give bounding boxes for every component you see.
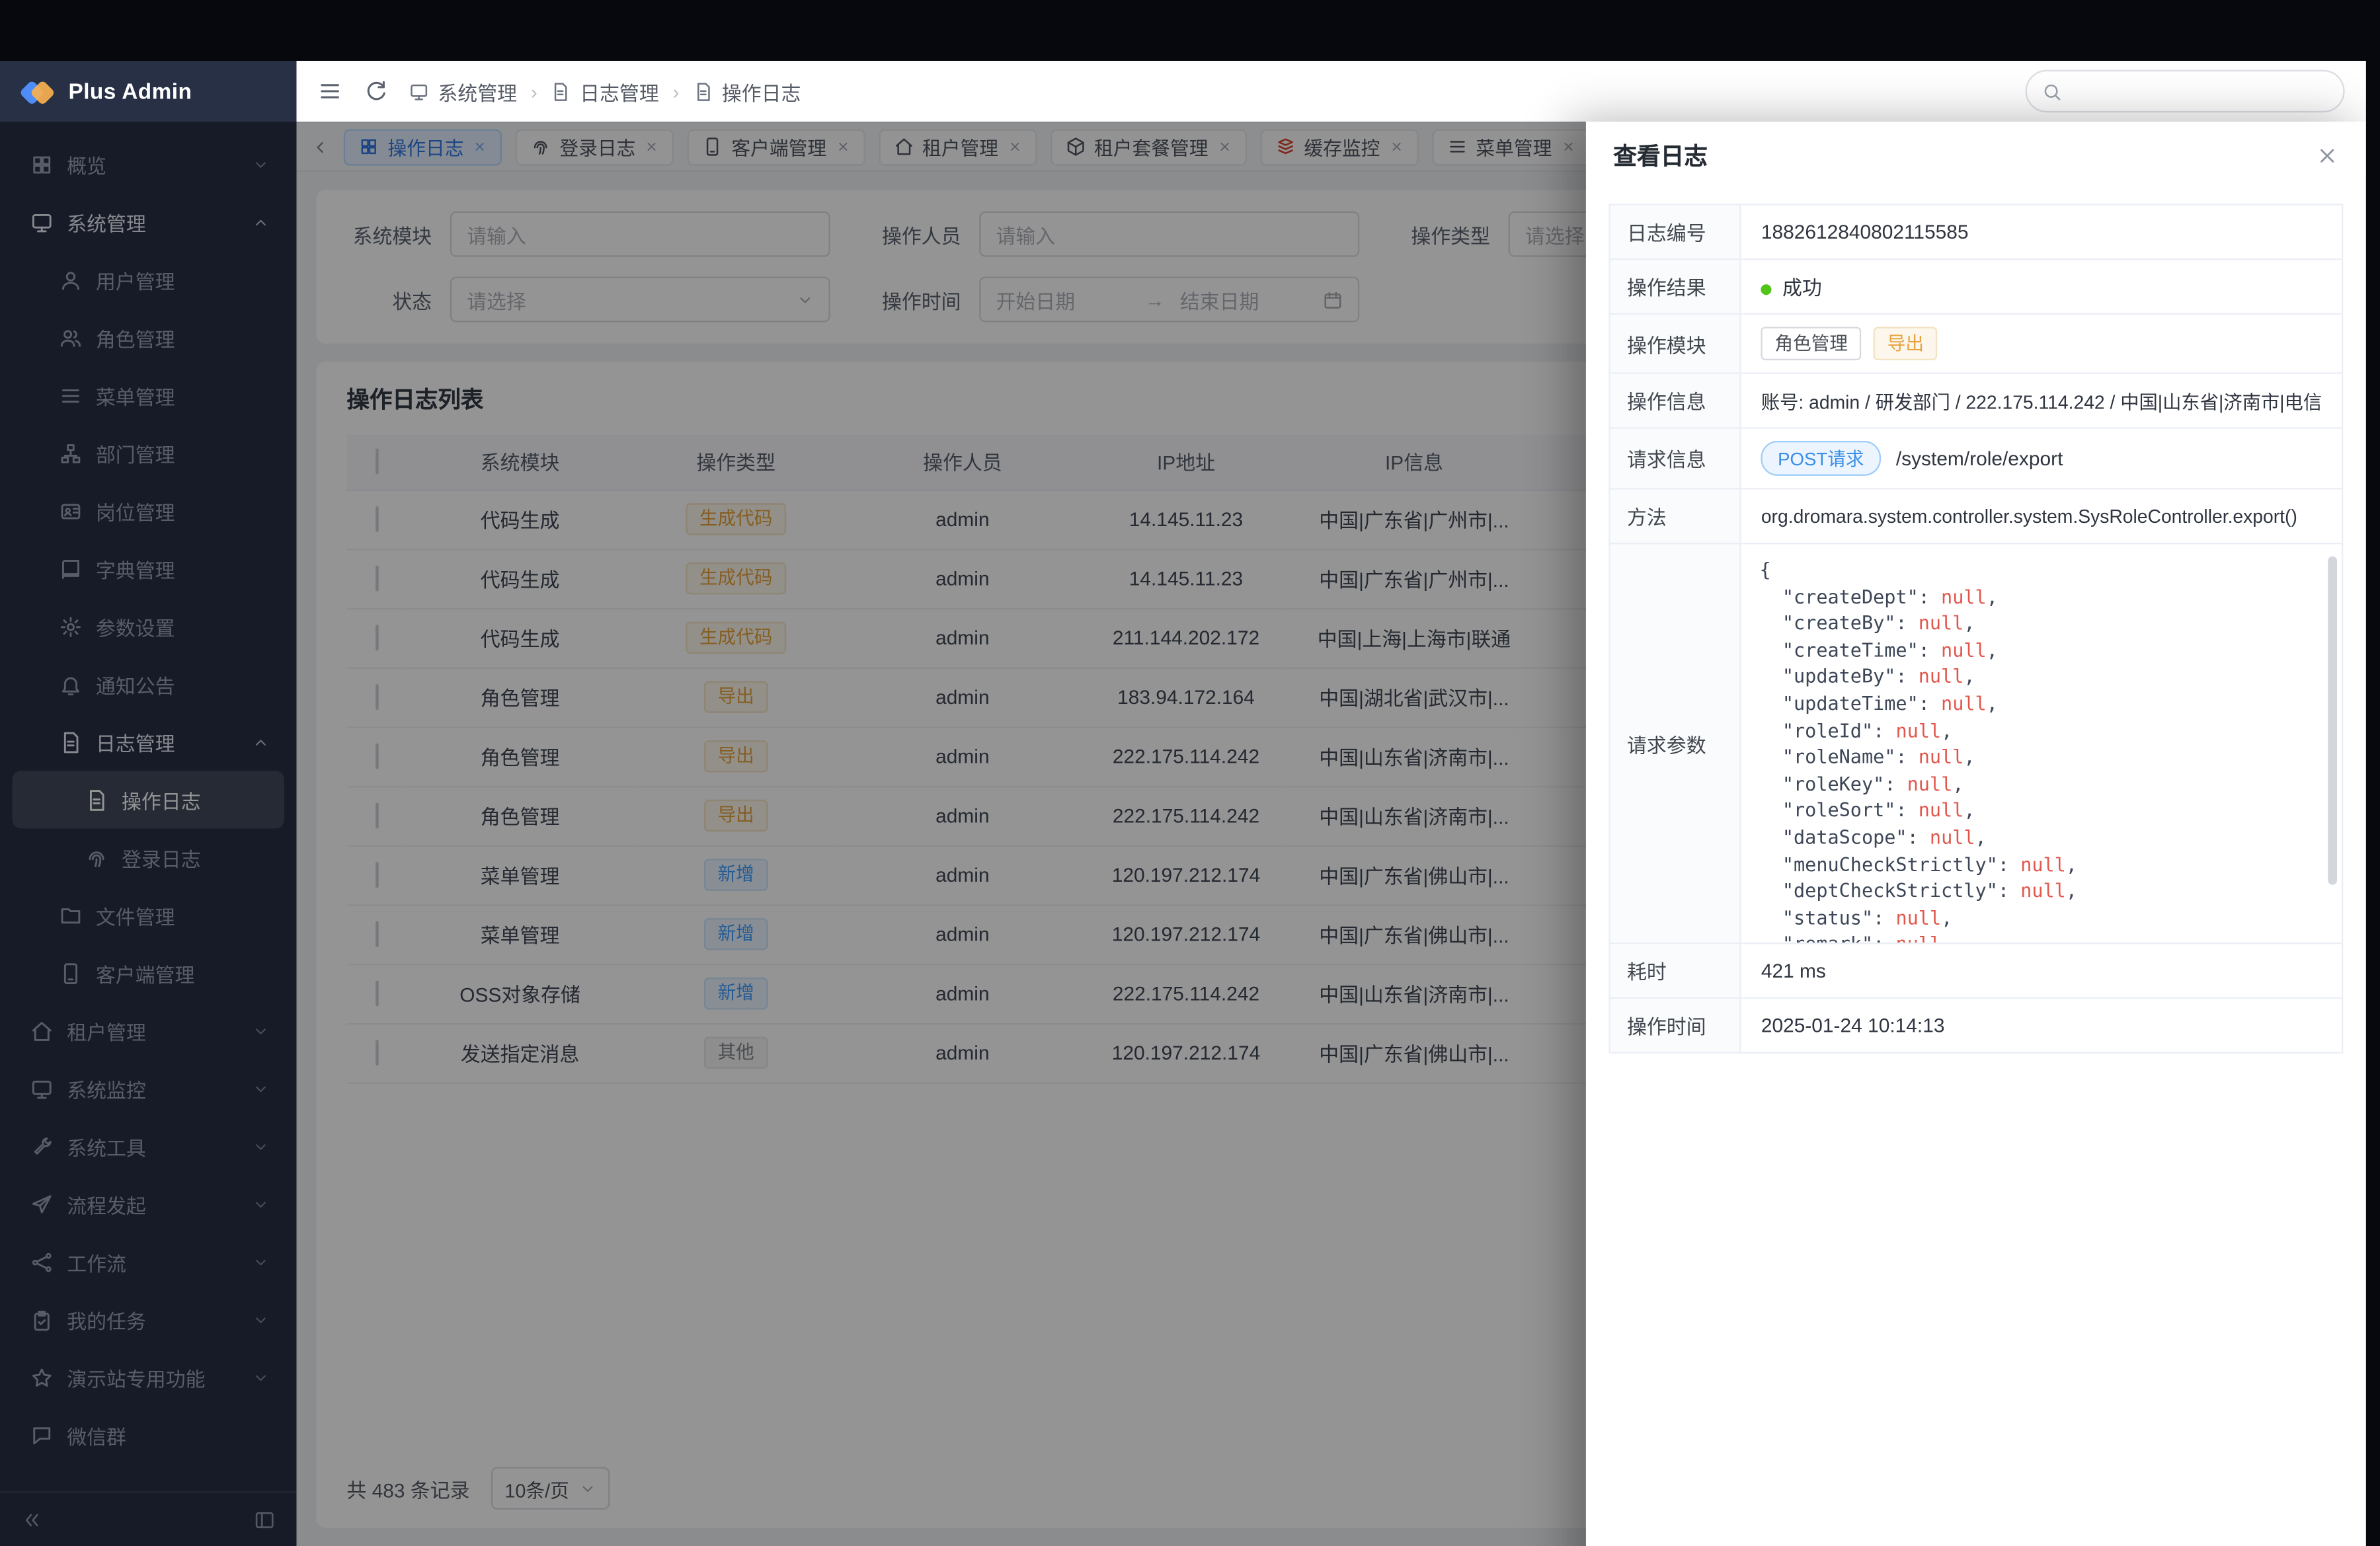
breadcrumb: 系统管理 › 日志管理 › 操作日志 xyxy=(409,77,801,106)
descriptions-body: 日志编号1882612840802115585操作结果成功操作模块角色管理导出操… xyxy=(1610,204,2343,1052)
json-null: null xyxy=(1895,718,1941,742)
topbar: 系统管理 › 日志管理 › 操作日志 xyxy=(297,61,2366,122)
description-label: 请求参数 xyxy=(1610,543,1741,943)
description-value: 账号: admin / 研发部门 / 222.175.114.242 / 中国|… xyxy=(1741,373,2342,428)
refresh-icon[interactable] xyxy=(364,79,388,104)
request-method-tag: POST请求 xyxy=(1761,441,1881,476)
description-label: 操作结果 xyxy=(1610,259,1741,314)
breadcrumb-item[interactable]: 系统管理 xyxy=(409,77,517,106)
description-row: 请求参数{ "createDept": null, "createBy": nu… xyxy=(1610,543,2343,943)
app-logo[interactable]: Plus Admin xyxy=(0,61,297,125)
description-row: 耗时421 ms xyxy=(1610,943,2343,998)
status-text: 成功 xyxy=(1782,277,1822,299)
search-icon xyxy=(2042,81,2062,101)
monitor-icon xyxy=(409,81,429,101)
description-value: 角色管理导出 xyxy=(1741,314,2342,373)
breadcrumb-label: 操作日志 xyxy=(722,77,801,106)
request-params-cell: { "createDept": null, "createBy": null, … xyxy=(1741,543,2342,943)
description-row: 请求信息POST请求/system/role/export xyxy=(1610,428,2343,488)
module-tag: 导出 xyxy=(1874,327,1938,361)
log-detail-descriptions: 日志编号1882612840802115585操作结果成功操作模块角色管理导出操… xyxy=(1608,204,2343,1054)
doc-icon xyxy=(551,81,571,101)
json-null: null xyxy=(1895,933,1941,943)
json-null: null xyxy=(1919,611,1964,635)
json-null: null xyxy=(1941,638,1987,661)
breadcrumb-separator: › xyxy=(531,80,537,103)
description-value: POST请求/system/role/export xyxy=(1741,428,2342,488)
scrollbar-track xyxy=(2328,557,2337,931)
json-null: null xyxy=(2020,879,2066,902)
description-label: 操作时间 xyxy=(1610,998,1741,1053)
app-title: Plus Admin xyxy=(69,81,192,105)
description-label: 操作信息 xyxy=(1610,373,1741,428)
logo-icon xyxy=(23,77,55,108)
breadcrumb-separator: › xyxy=(672,80,679,103)
description-value: 1882612840802115585 xyxy=(1741,204,2342,259)
request-url: /system/role/export xyxy=(1896,447,2063,470)
json-null: null xyxy=(1930,826,1975,849)
module-tag: 角色管理 xyxy=(1761,327,1862,361)
description-row: 操作结果 成功 xyxy=(1610,259,2343,314)
json-null: null xyxy=(2020,852,2066,875)
success-dot-icon xyxy=(1761,284,1772,295)
description-label: 耗时 xyxy=(1610,943,1741,998)
breadcrumb-label: 日志管理 xyxy=(580,77,659,106)
json-null: null xyxy=(1907,772,1953,795)
description-row: 日志编号1882612840802115585 xyxy=(1610,204,2343,259)
json-null: null xyxy=(1941,691,1987,715)
description-row: 操作时间2025-01-24 10:14:13 xyxy=(1610,998,2343,1053)
drawer-body: 日志编号1882612840802115585操作结果成功操作模块角色管理导出操… xyxy=(1586,188,2366,1076)
search-input[interactable] xyxy=(2026,70,2345,112)
description-label: 请求信息 xyxy=(1610,428,1741,488)
screen: Plus Admin 概览系统管理用户管理角色管理菜单管理部门管理岗位管理字典管… xyxy=(0,0,2380,1546)
json-null: null xyxy=(1919,745,1964,768)
close-icon[interactable] xyxy=(2316,143,2339,167)
request-params-code[interactable]: { "createDept": null, "createBy": null, … xyxy=(1741,544,2342,943)
breadcrumb-item[interactable]: 操作日志 xyxy=(693,77,801,106)
json-null: null xyxy=(1941,585,1987,608)
description-label: 操作模块 xyxy=(1610,314,1741,373)
breadcrumb-label: 系统管理 xyxy=(438,77,517,106)
view-log-drawer: 查看日志 日志编号1882612840802115585操作结果 成功操作模块角色… xyxy=(1586,122,2366,1546)
description-label: 方法 xyxy=(1610,488,1741,543)
breadcrumb-item[interactable]: 日志管理 xyxy=(551,77,658,106)
description-row: 方法org.dromara.system.controller.system.S… xyxy=(1610,488,2343,543)
description-value: org.dromara.system.controller.system.Sys… xyxy=(1741,488,2342,543)
description-row: 操作模块角色管理导出 xyxy=(1610,314,2343,373)
json-null: null xyxy=(1919,798,1964,822)
hamburger-icon[interactable] xyxy=(318,79,342,104)
app-window: Plus Admin 概览系统管理用户管理角色管理菜单管理部门管理岗位管理字典管… xyxy=(0,61,2366,1546)
drawer-title: 查看日志 xyxy=(1613,138,1708,172)
description-label: 日志编号 xyxy=(1610,204,1741,259)
json-null: null xyxy=(1895,906,1941,929)
description-row: 操作信息账号: admin / 研发部门 / 222.175.114.242 /… xyxy=(1610,373,2343,428)
json-null: null xyxy=(1919,665,1964,687)
description-value: 2025-01-24 10:14:13 xyxy=(1741,998,2342,1053)
doc-icon xyxy=(693,81,713,101)
description-value: 421 ms xyxy=(1741,943,2342,998)
drawer-header: 查看日志 xyxy=(1586,122,2366,188)
description-value: 成功 xyxy=(1741,259,2342,314)
scrollbar-thumb[interactable] xyxy=(2328,557,2337,886)
